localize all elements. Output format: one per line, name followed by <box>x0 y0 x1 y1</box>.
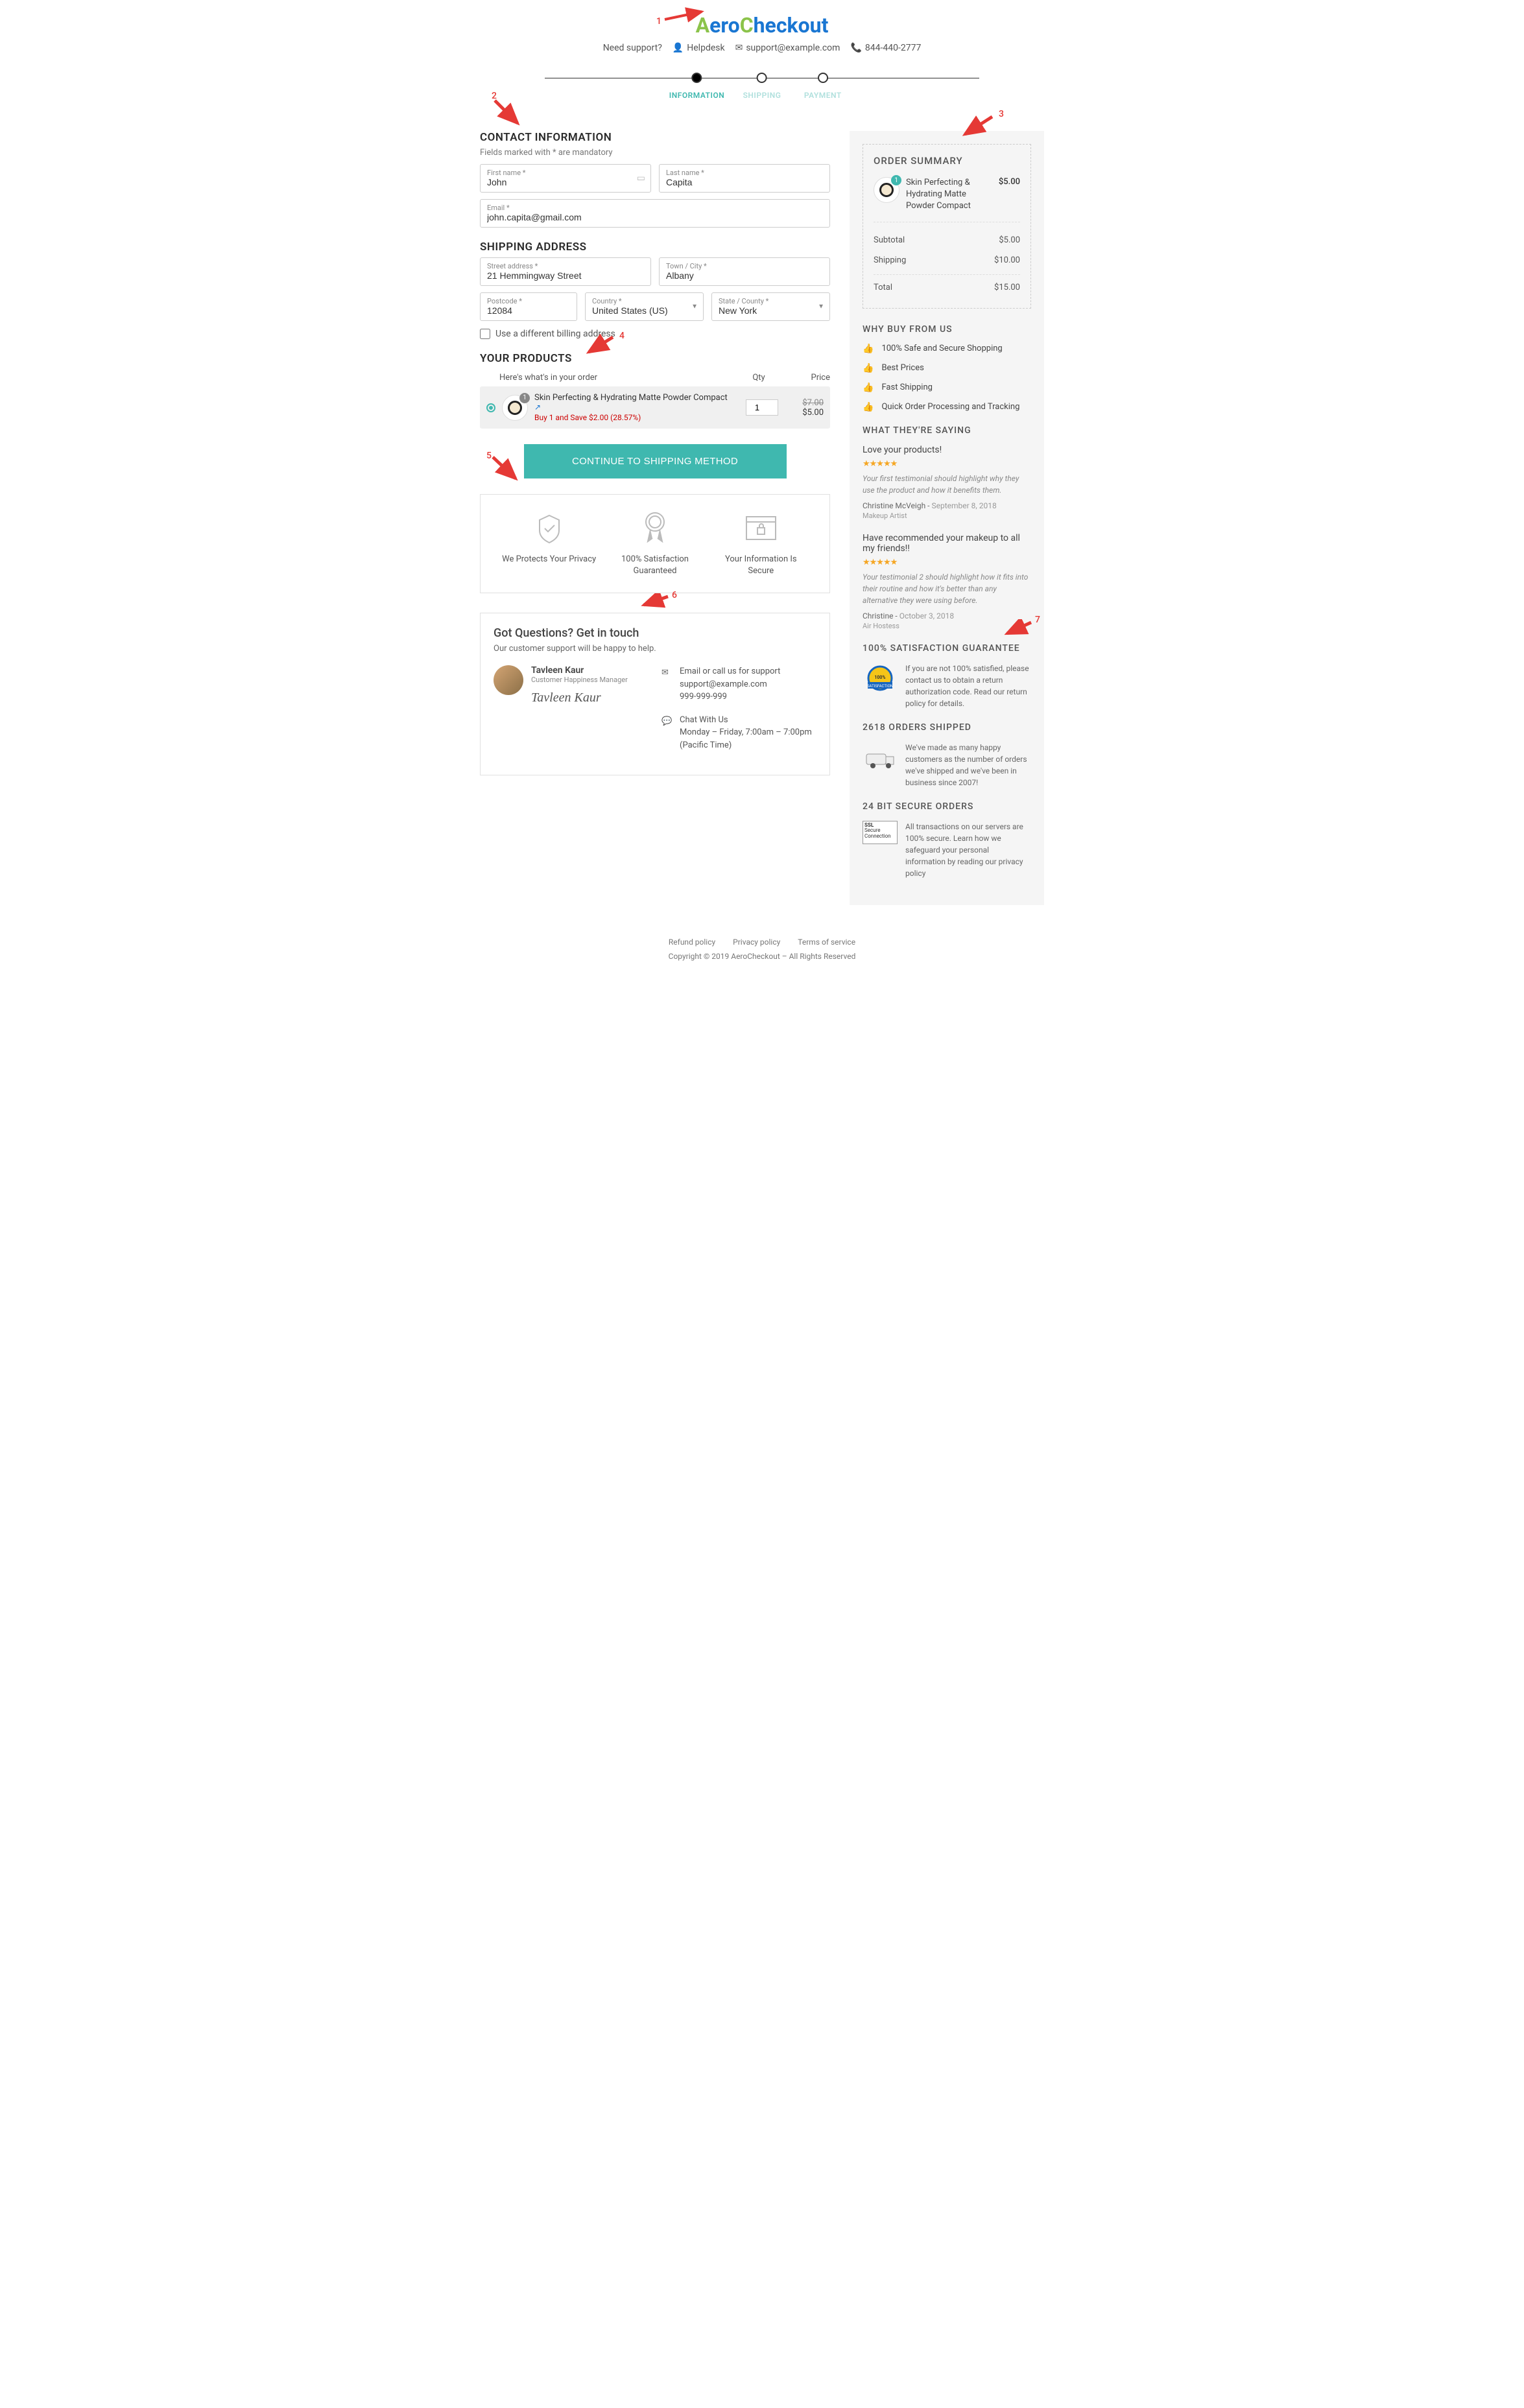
testimonials-heading: WHAT THEY'RE SAYING <box>863 425 1031 436</box>
products-hint: Here's what's in your order <box>480 373 733 383</box>
email-input[interactable] <box>487 212 823 222</box>
first-name-input[interactable] <box>487 177 644 187</box>
products-heading: YOUR PRODUCTS <box>480 352 830 365</box>
support-phone[interactable]: 📞 844-440-2777 <box>850 43 921 53</box>
product-deal: Buy 1 and Save $2.00 (28.57%) <box>534 413 739 422</box>
mandatory-hint: Fields marked with * are mandatory <box>480 148 830 158</box>
helpdesk-link[interactable]: 👤 Helpdesk <box>673 43 725 53</box>
price-header: Price <box>785 373 830 383</box>
ssl-badge-icon: SSLSecureConnection <box>863 821 898 844</box>
contact-heading: CONTACT INFORMATION <box>480 131 830 144</box>
van-icon <box>863 742 898 777</box>
annotation-2: 2 <box>492 91 497 101</box>
contact-role: Customer Happiness Manager <box>531 676 628 684</box>
support-email[interactable]: ✉ support@example.com <box>735 43 840 53</box>
step-information: INFORMATION <box>669 91 724 100</box>
testimonial-title: Have recommended your makeup to all my f… <box>863 533 1031 554</box>
avatar <box>494 665 523 695</box>
step-information-dot <box>691 73 702 83</box>
qty-header: Qty <box>733 373 785 383</box>
footer: Refund policy Privacy policy Terms of se… <box>480 938 1044 961</box>
trust-badges: We Protects Your Privacy 100% Satisfacti… <box>480 494 830 593</box>
annotation-7: 7 <box>1035 615 1040 625</box>
summary-item-price: $5.00 <box>999 177 1020 187</box>
satisfaction-heading: 100% SATISFACTION GUARANTEE <box>863 643 1031 654</box>
thumb-up-icon: 👍 <box>863 344 874 354</box>
annotation-5: 5 <box>486 451 492 461</box>
price-old: $7.00 <box>785 398 824 408</box>
contact-name: Tavleen Kaur <box>531 665 628 676</box>
product-thumbnail: 1 <box>502 395 528 421</box>
testimonial-body: Your first testimonial should highlight … <box>863 473 1031 496</box>
summary-title: ORDER SUMMARY <box>874 155 1020 167</box>
mail-icon: ✉ <box>661 665 673 703</box>
product-row[interactable]: 1 Skin Perfecting & Hydrating Matte Powd… <box>480 386 830 429</box>
chat-icon: 💬 <box>661 714 673 752</box>
satisfaction-badge-icon: SATISFACTION 100% <box>863 663 898 698</box>
order-summary: ORDER SUMMARY 1 Skin Perfecting & Hydrat… <box>863 144 1031 309</box>
secure-text: All transactions on our servers are 100%… <box>905 821 1031 879</box>
satisfaction-text: If you are not 100% satisfied, please co… <box>905 663 1031 709</box>
svg-text:100%: 100% <box>874 675 885 680</box>
continue-button[interactable]: CONTINUE TO SHIPPING METHOD <box>524 444 787 478</box>
step-shipping: SHIPPING <box>743 91 781 100</box>
footer-copyright: Copyright © 2019 AeroCheckout – All Righ… <box>480 952 1044 961</box>
contact-box-sub: Our customer support will be happy to he… <box>494 644 816 654</box>
lock-window-icon <box>713 510 809 546</box>
step-shipping-dot <box>757 73 767 83</box>
header: AeroCheckout Need support? 👤 Helpdesk ✉ … <box>480 13 1044 53</box>
contact-card-icon: ▭ <box>637 173 645 183</box>
testimonial-body: Your testimonial 2 should highlight how … <box>863 571 1031 606</box>
secure-heading: 24 BIT SECURE ORDERS <box>863 801 1031 812</box>
external-link-icon[interactable]: ↗ <box>534 403 739 412</box>
step-payment-dot <box>818 73 828 83</box>
thumb-up-icon: 👍 <box>863 363 874 373</box>
billing-checkbox[interactable]: Use a different billing address <box>480 329 830 339</box>
city-input[interactable] <box>666 270 823 281</box>
footer-terms[interactable]: Terms of service <box>798 938 855 947</box>
postcode-input[interactable] <box>487 305 570 316</box>
checkout-steps: INFORMATION SHIPPING PAYMENT <box>545 73 979 105</box>
shipping-heading: SHIPPING ADDRESS <box>480 241 830 254</box>
price-new: $5.00 <box>785 408 824 418</box>
chevron-down-icon: ▼ <box>818 303 824 311</box>
chevron-down-icon: ▼ <box>691 303 698 311</box>
qty-input[interactable] <box>746 399 778 416</box>
step-payment: PAYMENT <box>804 91 842 100</box>
thumb-up-icon: 👍 <box>863 402 874 412</box>
annotation-3: 3 <box>999 109 1004 119</box>
street-input[interactable] <box>487 270 644 281</box>
logo: AeroCheckout <box>480 13 1044 38</box>
ribbon-icon <box>607 510 702 546</box>
why-heading: WHY BUY FROM US <box>863 324 1031 335</box>
product-radio[interactable] <box>486 403 495 412</box>
product-name: Skin Perfecting & Hydrating Matte Powder… <box>534 393 739 403</box>
orders-heading: 2618 ORDERS SHIPPED <box>863 722 1031 733</box>
star-rating: ★★★★★ <box>863 459 1031 469</box>
last-name-input[interactable] <box>666 177 823 187</box>
footer-refund[interactable]: Refund policy <box>669 938 715 947</box>
summary-item-name: Skin Perfecting & Hydrating Matte Powder… <box>906 177 992 213</box>
country-select[interactable] <box>592 305 697 316</box>
support-label: Need support? <box>603 43 662 53</box>
footer-privacy[interactable]: Privacy policy <box>733 938 780 947</box>
star-rating: ★★★★★ <box>863 558 1031 567</box>
testimonial-title: Love your products! <box>863 445 1031 455</box>
state-select[interactable] <box>719 305 823 316</box>
svg-text:SATISFACTION: SATISFACTION <box>867 684 893 689</box>
thumb-up-icon: 👍 <box>863 383 874 393</box>
orders-text: We've made as many happy customers as th… <box>905 742 1031 788</box>
contact-box-title: Got Questions? Get in touch <box>494 626 816 640</box>
summary-thumbnail: 1 <box>874 177 899 203</box>
contact-box: Got Questions? Get in touch Our customer… <box>480 613 830 775</box>
shield-icon <box>501 510 597 546</box>
signature: Tavleen Kaur <box>531 691 628 705</box>
